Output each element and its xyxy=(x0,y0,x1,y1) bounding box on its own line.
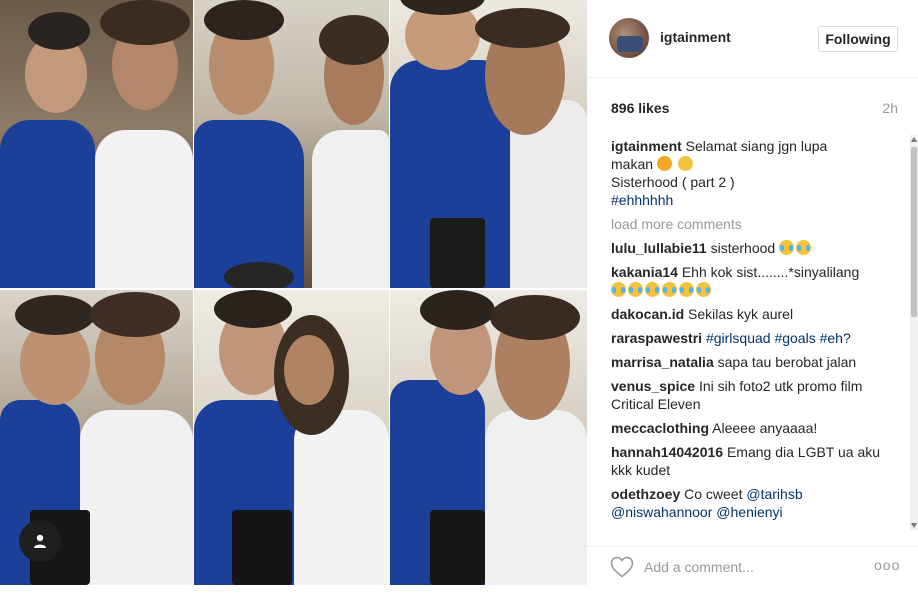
comment-text: Sekilas kyk aurel xyxy=(688,306,794,322)
user-tag-button[interactable] xyxy=(19,520,61,562)
comment-mention[interactable]: @niswahannoor xyxy=(611,504,712,520)
comment-hashtags[interactable]: #girlsquad #goals #eh? xyxy=(706,330,851,346)
tears-of-joy-icon xyxy=(796,240,812,255)
photo-tile-5 xyxy=(194,290,389,585)
comment-author[interactable]: dakocan.id xyxy=(611,306,684,322)
scroll-thumb[interactable] xyxy=(911,147,917,317)
tears-of-joy-icon xyxy=(628,282,643,297)
post-username[interactable]: igtainment xyxy=(660,29,731,45)
caption-text: Sisterhood ( part 2 ) xyxy=(611,174,735,190)
load-more-comments[interactable]: load more comments xyxy=(611,215,901,233)
winking-face-icon xyxy=(656,156,672,171)
avatar[interactable] xyxy=(609,18,649,58)
photo-tile-6 xyxy=(390,290,587,585)
post-photo[interactable] xyxy=(0,0,587,585)
photo-tile-2 xyxy=(194,0,389,288)
heart-icon[interactable] xyxy=(610,556,634,578)
list-item: hannah14042016 Emang dia LGBT ua aku kkk… xyxy=(611,443,901,479)
comment-text: sisterhood xyxy=(710,240,776,256)
more-options-icon[interactable]: ooo xyxy=(874,557,900,573)
comment-text: Ehh kok sist........*sinyalilang xyxy=(681,264,860,280)
comment-text: Aleeee anyaaaa! xyxy=(712,420,818,436)
list-item: kakania14 Ehh kok sist........*sinyalila… xyxy=(611,263,901,299)
photo-tile-1 xyxy=(0,0,193,288)
caption-text: makan xyxy=(611,156,654,172)
comment-author[interactable]: igtainment xyxy=(611,138,682,154)
comment-author[interactable]: venus_spice xyxy=(611,378,695,394)
comment-author[interactable]: marrisa_natalia xyxy=(611,354,714,370)
comment-list: igtainment Selamat siang jgn lupa makan … xyxy=(611,137,901,532)
caption-hashtag[interactable]: #ehhhhhh xyxy=(611,192,673,208)
comment-text: sapa tau berobat jalan xyxy=(717,354,857,370)
comments-scrollbar[interactable] xyxy=(910,135,918,530)
list-item: marrisa_natalia sapa tau berobat jalan xyxy=(611,353,901,371)
likes-count[interactable]: 896 likes xyxy=(611,100,669,116)
comment-mention[interactable]: @tarihsb xyxy=(746,486,802,502)
post-header: igtainment Following xyxy=(587,0,918,78)
tears-of-joy-icon xyxy=(645,282,660,297)
list-item: venus_spice Ini sih foto2 utk promo film… xyxy=(611,377,901,413)
post-time[interactable]: 2h xyxy=(882,100,898,116)
comment-input[interactable] xyxy=(644,555,864,579)
scroll-up-icon[interactable] xyxy=(911,137,917,142)
comment-footer: ooo xyxy=(587,546,918,595)
tears-of-joy-icon xyxy=(779,240,795,255)
comment-author[interactable]: hannah14042016 xyxy=(611,444,723,460)
tears-of-joy-icon xyxy=(611,282,626,297)
comment-author[interactable]: lulu_lullabie11 xyxy=(611,240,707,256)
photo-tile-3 xyxy=(390,0,587,288)
user-tag-icon xyxy=(34,534,46,548)
post-side-panel: igtainment Following 896 likes 2h igtain… xyxy=(587,0,918,595)
caption-text: Selamat siang jgn lupa xyxy=(685,138,828,154)
comment-author[interactable]: odethzoey xyxy=(611,486,680,502)
list-item: odethzoey Co cweet @tarihsb @niswahannoo… xyxy=(611,485,901,521)
following-button[interactable]: Following xyxy=(818,26,898,52)
caption: igtainment Selamat siang jgn lupa makan … xyxy=(611,137,901,209)
tears-of-joy-icon xyxy=(679,282,694,297)
scroll-down-icon[interactable] xyxy=(911,523,917,528)
grinning-face-icon xyxy=(677,156,693,171)
comment-text: Co cweet xyxy=(684,486,743,502)
comment-author[interactable]: meccaclothing xyxy=(611,420,709,436)
comment-author[interactable]: kakania14 xyxy=(611,264,678,280)
list-item: dakocan.id Sekilas kyk aurel xyxy=(611,305,901,323)
comment-mention[interactable]: @henienyi xyxy=(716,504,782,520)
list-item: meccaclothing Aleeee anyaaaa! xyxy=(611,419,901,437)
tears-of-joy-icon xyxy=(662,282,677,297)
list-item: raraspawestri #girlsquad #goals #eh? xyxy=(611,329,901,347)
list-item: lulu_lullabie11 sisterhood xyxy=(611,239,901,257)
comment-author[interactable]: raraspawestri xyxy=(611,330,702,346)
tears-of-joy-icon xyxy=(696,282,711,297)
